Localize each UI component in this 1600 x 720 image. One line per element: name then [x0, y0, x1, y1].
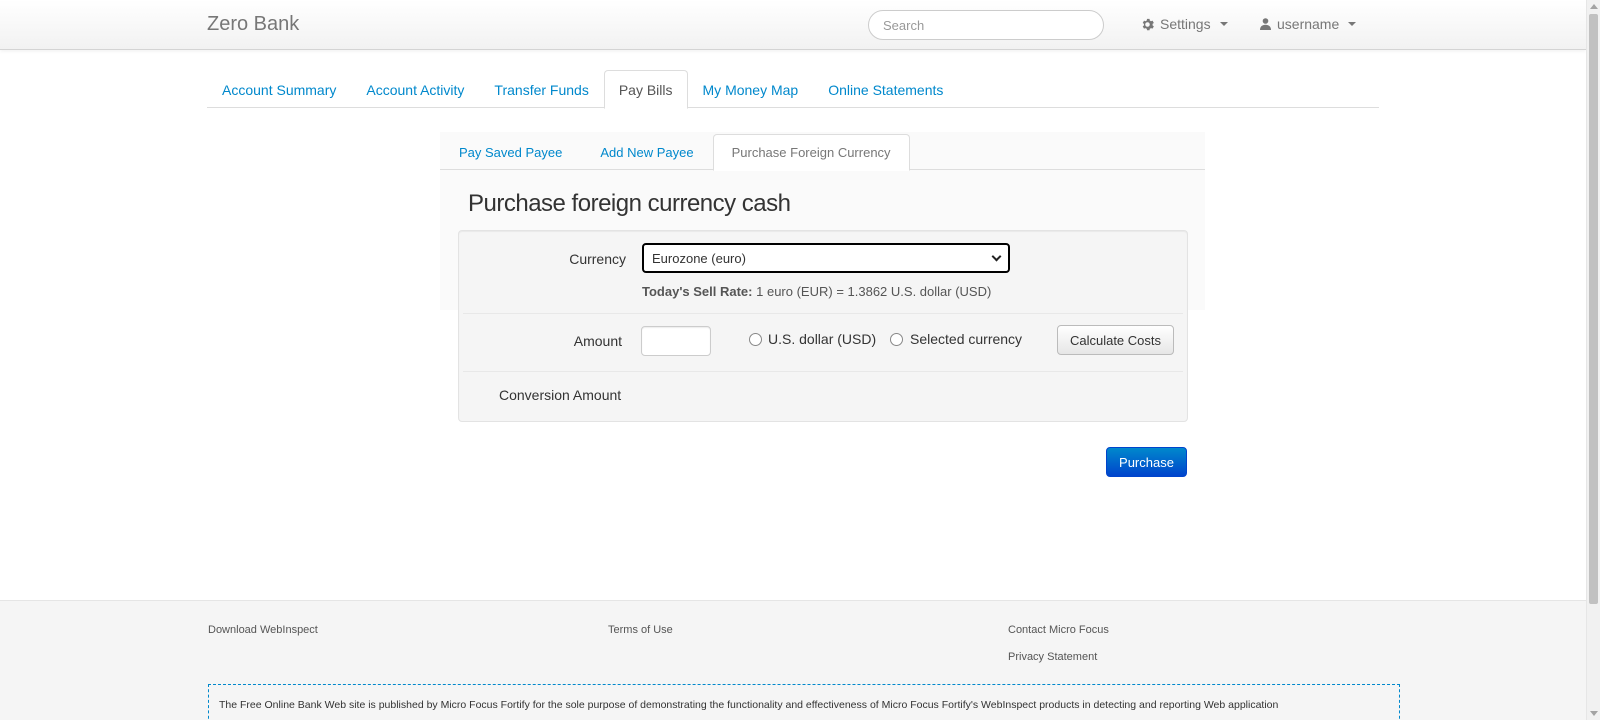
- footer-link-privacy[interactable]: Privacy Statement: [1008, 651, 1097, 663]
- amount-label: Amount: [573, 333, 622, 349]
- disclaimer: The Free Online Bank Web site is publish…: [208, 684, 1400, 720]
- scroll-up-icon[interactable]: [1590, 4, 1598, 9]
- main-tabs: Account Summary Account Activity Transfe…: [207, 70, 1379, 109]
- tab-online-statements[interactable]: Online Statements: [813, 70, 958, 108]
- radio-selected-currency[interactable]: [890, 333, 903, 346]
- sell-rate-label: Today's Sell Rate:: [642, 284, 753, 299]
- tab-pay-saved-payee[interactable]: Pay Saved Payee: [440, 134, 581, 170]
- caret-down-icon: [1219, 22, 1228, 26]
- top-navbar: Zero Bank Settings username: [0, 0, 1586, 50]
- tab-transfer-funds[interactable]: Transfer Funds: [479, 70, 603, 108]
- sub-tabs: Pay Saved Payee Add New Payee Purchase F…: [440, 134, 1205, 171]
- purchase-button[interactable]: Purchase: [1106, 447, 1187, 477]
- tab-add-new-payee[interactable]: Add New Payee: [581, 134, 712, 170]
- brand-logo[interactable]: Zero Bank: [207, 13, 299, 36]
- currency-selected-value: Eurozone (euro): [652, 250, 746, 266]
- tab-pay-bills[interactable]: Pay Bills: [603, 70, 688, 109]
- search-input[interactable]: [868, 10, 1104, 40]
- sell-rate-value: 1 euro (EUR) = 1.3862 U.S. dollar (USD): [756, 284, 992, 299]
- page-title: Purchase foreign currency cash: [468, 190, 791, 217]
- currency-label: Currency: [569, 251, 626, 267]
- settings-label: Settings: [1160, 16, 1211, 32]
- footer-link-contact[interactable]: Contact Micro Focus: [1008, 624, 1109, 636]
- footer-link-terms[interactable]: Terms of Use: [608, 624, 673, 636]
- amount-input[interactable]: [641, 326, 711, 356]
- scrollbar-thumb[interactable]: [1589, 14, 1598, 604]
- user-icon: [1260, 18, 1271, 30]
- user-menu[interactable]: username: [1260, 16, 1357, 32]
- tab-account-activity[interactable]: Account Activity: [351, 70, 479, 108]
- user-label: username: [1277, 16, 1340, 32]
- calculate-costs-button[interactable]: Calculate Costs: [1057, 325, 1174, 355]
- gear-icon: [1142, 18, 1154, 30]
- conversion-amount-label: Conversion Amount: [499, 387, 622, 403]
- currency-select[interactable]: Eurozone (euro): [642, 243, 1010, 273]
- row-divider: [463, 313, 1183, 314]
- scroll-down-icon[interactable]: [1590, 711, 1598, 716]
- scrollbar[interactable]: [1586, 0, 1600, 720]
- radio-selected-currency-label: Selected currency: [910, 331, 1023, 347]
- caret-down-icon: [1348, 22, 1357, 26]
- chevron-down-icon: [991, 251, 1002, 261]
- tab-purchase-foreign-currency[interactable]: Purchase Foreign Currency: [712, 134, 910, 171]
- sell-rate: Today's Sell Rate: 1 euro (EUR) = 1.3862…: [642, 284, 991, 299]
- row-divider: [463, 371, 1183, 372]
- footer-link-download-webinspect[interactable]: Download WebInspect: [208, 624, 318, 636]
- tab-my-money-map[interactable]: My Money Map: [688, 70, 814, 108]
- radio-usd-label: U.S. dollar (USD): [768, 331, 877, 347]
- tab-account-summary[interactable]: Account Summary: [207, 70, 351, 108]
- settings-menu[interactable]: Settings: [1141, 16, 1228, 32]
- radio-usd[interactable]: [749, 333, 762, 346]
